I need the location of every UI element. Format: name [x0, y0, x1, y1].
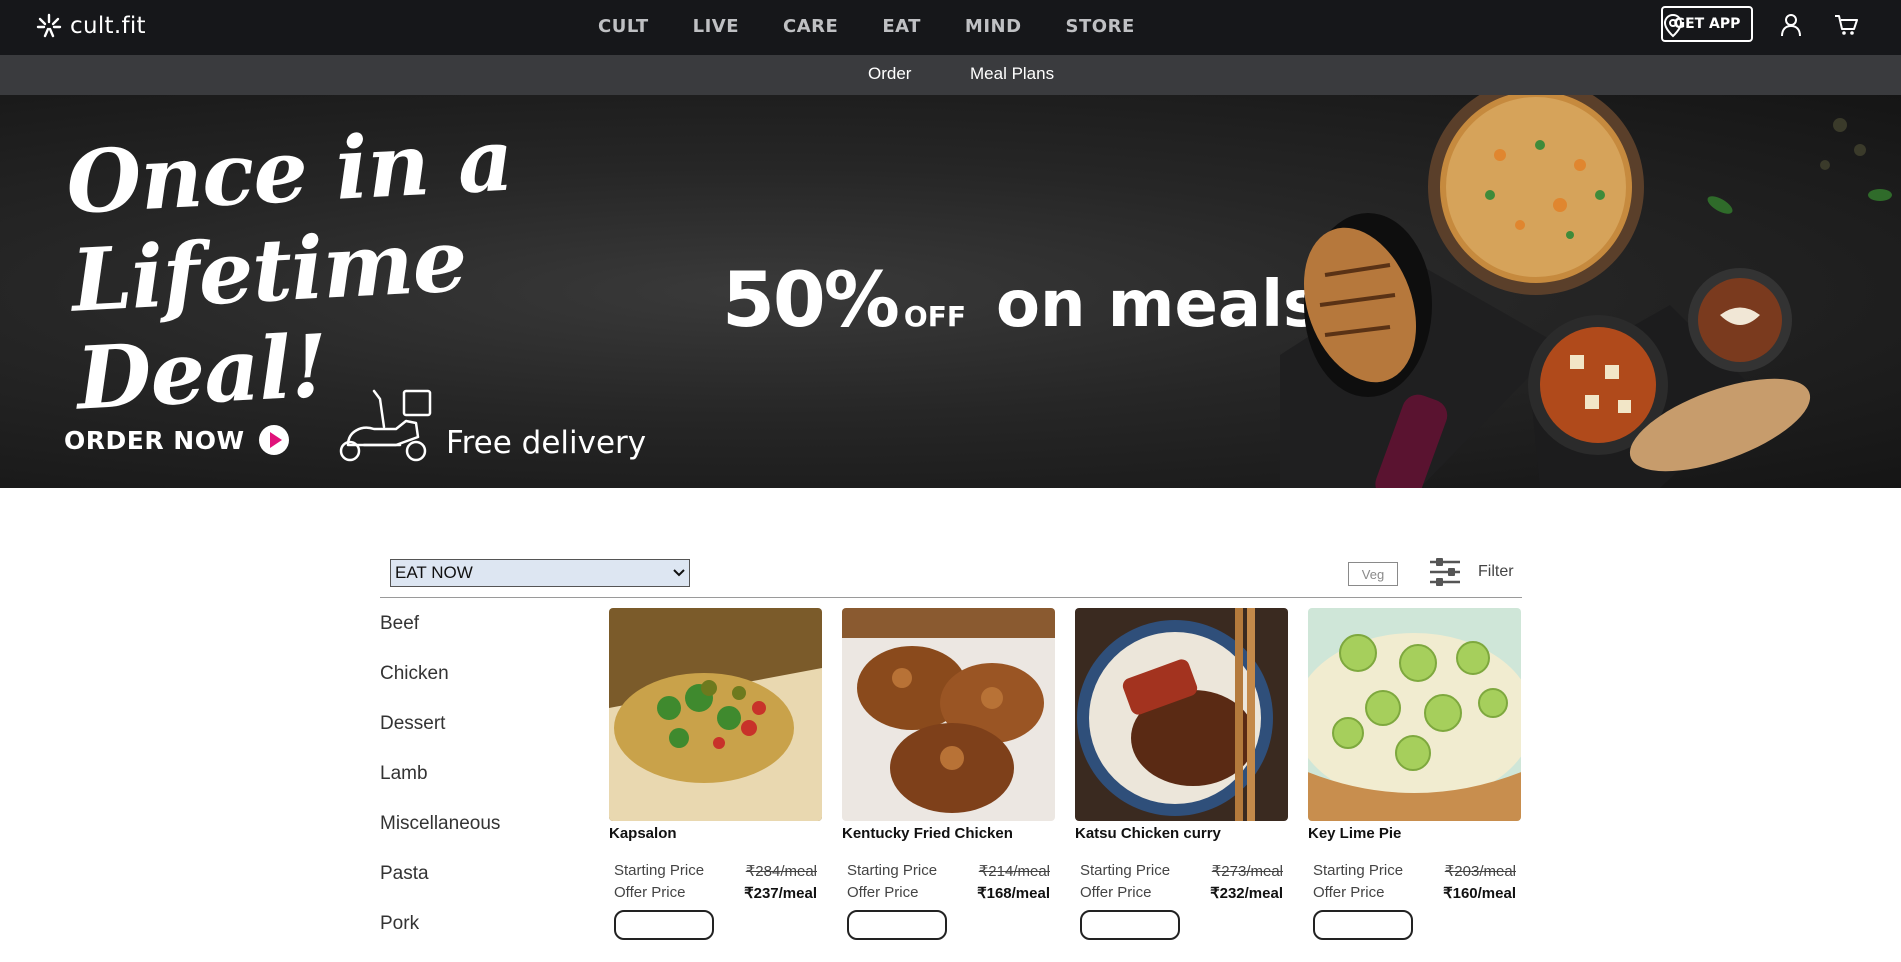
starting-price: ₹273/meal	[1211, 863, 1283, 880]
offer-price-label: Offer Price	[1080, 884, 1152, 901]
product-name: Katsu Chicken curry	[1075, 825, 1221, 842]
cart-icon[interactable]	[1834, 14, 1858, 36]
user-icon[interactable]	[1780, 13, 1802, 37]
filter-button[interactable]: Filter	[1428, 557, 1514, 587]
order-now-label: ORDER NOW	[64, 425, 245, 455]
starting-price: ₹214/meal	[978, 863, 1050, 880]
filter-label: Filter	[1478, 563, 1514, 580]
product-card[interactable]: Key Lime Pie Starting Price ₹203/meal Of…	[1308, 608, 1521, 940]
offer-price-row: Offer Price ₹168/meal	[842, 884, 1055, 902]
category-lamb[interactable]: Lamb	[380, 762, 500, 812]
product-image[interactable]	[1308, 608, 1521, 821]
play-icon	[258, 425, 289, 455]
nav-eat[interactable]: EAT	[882, 16, 921, 37]
cult-logo-icon	[36, 13, 62, 38]
menu-filter-bar: EAT NOW Veg Filter	[380, 555, 1522, 598]
add-button[interactable]	[614, 910, 714, 940]
product-name: Kentucky Fried Chicken	[842, 825, 1013, 842]
nav-cult[interactable]: CULT	[598, 16, 649, 37]
free-delivery-label: Free delivery	[446, 425, 647, 461]
product-image[interactable]	[609, 608, 822, 821]
offer-price-row: Offer Price ₹160/meal	[1308, 884, 1521, 902]
food-spread-image	[1280, 95, 1892, 488]
nav-live[interactable]: LIVE	[693, 16, 739, 37]
product-name: Kapsalon	[609, 825, 677, 842]
starting-price: ₹203/meal	[1444, 863, 1516, 880]
offer-price-label: Offer Price	[614, 884, 686, 901]
offer-price: ₹168/meal	[977, 885, 1050, 902]
starting-price-label: Starting Price	[614, 862, 705, 879]
hero-title: Once in a Lifetime Deal!	[63, 103, 699, 430]
starting-price-label: Starting Price	[847, 862, 938, 879]
category-chicken[interactable]: Chicken	[380, 662, 500, 712]
nav-mind[interactable]: MIND	[965, 16, 1022, 37]
offer-price-row: Offer Price ₹232/meal	[1075, 884, 1288, 902]
brand-name: cult.fit	[70, 13, 146, 39]
offer-price-label: Offer Price	[847, 884, 919, 901]
sub-navbar: Order Meal Plans	[0, 55, 1901, 95]
starting-price-label: Starting Price	[1313, 862, 1404, 879]
starting-price: ₹284/meal	[745, 863, 817, 880]
meal-time-dropdown[interactable]: EAT NOW	[390, 559, 690, 587]
hero-title-line1: Once in a Lifetime	[63, 109, 515, 332]
delivery-scooter-icon	[339, 389, 432, 462]
top-navbar: cult.fit CULT LIVE CARE EAT MIND STORE G…	[0, 0, 1901, 55]
offer-price-label: Offer Price	[1313, 884, 1385, 901]
subnav-meal-plans[interactable]: Meal Plans	[970, 64, 1054, 84]
meal-time-selected: EAT NOW	[395, 563, 473, 582]
product-image[interactable]	[1075, 608, 1288, 821]
sliders-icon	[1430, 558, 1460, 586]
offer-price: ₹237/meal	[744, 885, 817, 902]
starting-price-label: Starting Price	[1080, 862, 1171, 879]
add-button[interactable]	[847, 910, 947, 940]
starting-price-row: Starting Price ₹273/meal	[1075, 862, 1288, 880]
offer-percent: 50%	[722, 255, 900, 344]
veg-toggle[interactable]: Veg	[1348, 562, 1398, 586]
nav-store[interactable]: STORE	[1066, 16, 1135, 37]
add-button[interactable]	[1313, 910, 1413, 940]
category-beef[interactable]: Beef	[380, 612, 500, 662]
category-pasta[interactable]: Pasta	[380, 862, 500, 912]
product-card[interactable]: Kentucky Fried Chicken Starting Price ₹2…	[842, 608, 1055, 940]
starting-price-row: Starting Price ₹203/meal	[1308, 862, 1521, 880]
product-name: Key Lime Pie	[1308, 825, 1402, 842]
offer-price: ₹232/meal	[1210, 885, 1283, 902]
starting-price-row: Starting Price ₹214/meal	[842, 862, 1055, 880]
product-card[interactable]: Katsu Chicken curry Starting Price ₹273/…	[1075, 608, 1288, 940]
main-nav: CULT LIVE CARE EAT MIND STORE	[598, 16, 1179, 37]
order-now-button[interactable]: ORDER NOW	[64, 425, 289, 455]
promo-banner[interactable]: Once in a Lifetime Deal! 50% OFF on meal…	[0, 95, 1901, 488]
category-list: Beef Chicken Dessert Lamb Miscellaneous …	[380, 612, 500, 962]
category-miscellaneous[interactable]: Miscellaneous	[380, 812, 500, 862]
product-card[interactable]: Kapsalon Starting Price ₹284/meal Offer …	[609, 608, 822, 940]
offer-off: OFF	[903, 300, 966, 333]
category-pork[interactable]: Pork	[380, 912, 500, 962]
offer-text: 50% OFF on meals	[722, 255, 1321, 344]
starting-price-row: Starting Price ₹284/meal	[609, 862, 822, 880]
get-app-button[interactable]: GET APP	[1661, 6, 1753, 42]
add-button[interactable]	[1080, 910, 1180, 940]
brand-logo[interactable]: cult.fit	[36, 13, 146, 39]
nav-care[interactable]: CARE	[783, 16, 838, 37]
subnav-order[interactable]: Order	[868, 64, 911, 84]
offer-price-row: Offer Price ₹237/meal	[609, 884, 822, 902]
chevron-down-icon	[673, 569, 685, 577]
category-dessert[interactable]: Dessert	[380, 712, 500, 762]
offer-price: ₹160/meal	[1443, 885, 1516, 902]
product-image[interactable]	[842, 608, 1055, 821]
